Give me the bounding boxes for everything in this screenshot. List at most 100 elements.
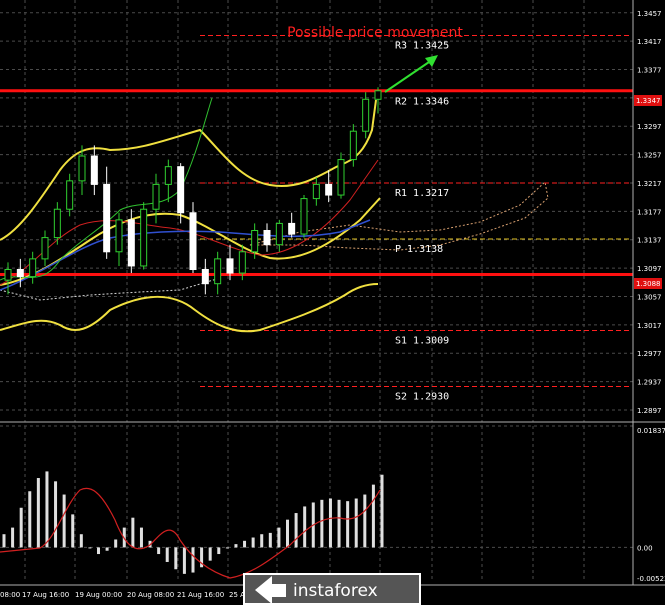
oscillator-bar — [157, 547, 161, 555]
time-tick-label: 17 Aug 16:00 — [22, 591, 69, 599]
marked-price-tag: 1.3088 — [634, 278, 662, 289]
time-tick-label: 21 Aug 16:00 — [177, 591, 224, 599]
candle-body — [177, 166, 185, 214]
oscillator-bar — [54, 481, 58, 548]
oscillator-bar — [286, 519, 289, 548]
oscillator-bar — [251, 537, 255, 548]
candle-body — [300, 198, 308, 235]
candle-body — [4, 269, 12, 281]
oscillator-bar — [97, 547, 100, 555]
price-tick-label: 1.2977 — [637, 350, 662, 358]
candle-body — [41, 237, 49, 260]
oscillator-bar — [182, 547, 186, 574]
oscillator-bar — [105, 547, 109, 551]
price-tick-label: 1.3017 — [637, 322, 662, 330]
candle-body — [78, 155, 86, 182]
oscillator-bar — [28, 491, 32, 548]
pivot-label-r2: R2 1.3346 — [395, 96, 449, 107]
oscillator-bar — [277, 527, 281, 548]
oscillator-bar — [303, 506, 307, 548]
oscillator-bar — [36, 478, 40, 548]
oscillator-bar — [243, 540, 247, 548]
oscillator-bar — [363, 494, 367, 548]
oscillator-tick-label: -0.00523 — [637, 575, 665, 583]
candle-body — [189, 212, 197, 271]
price-tick-label: 1.3417 — [637, 38, 662, 46]
price-tick-label: 1.3097 — [637, 265, 662, 273]
candle-body — [16, 269, 24, 278]
price-tick-label: 1.3057 — [637, 293, 662, 301]
marked-price-label: 1.3088 — [636, 280, 661, 288]
pivot-label-r3: R3 1.3425 — [395, 40, 449, 51]
price-tick-label: 1.2937 — [637, 379, 662, 387]
oscillator-bar — [208, 547, 212, 561]
candle-body — [66, 180, 74, 210]
price-tick-label: 1.3177 — [637, 208, 662, 216]
candle-body — [201, 269, 209, 285]
candle-body — [140, 208, 148, 267]
candle-body — [349, 130, 357, 161]
oscillator-bar — [320, 499, 324, 548]
candle-body — [374, 90, 382, 100]
pivot-label-s1: S1 1.3009 — [395, 336, 449, 347]
price-tick-label: 1.2897 — [637, 407, 662, 415]
price-tick-label: 1.3377 — [637, 67, 662, 75]
candle-body — [275, 222, 283, 246]
price-axis: 1.34571.34171.33771.33371.32971.32571.32… — [637, 10, 662, 415]
oscillator-bar — [11, 527, 15, 548]
oscillator-tick-label: 0.01837 — [637, 427, 665, 435]
price-tick-label: 1.3137 — [637, 237, 662, 245]
candle-body — [127, 219, 135, 267]
candle-body — [288, 222, 296, 235]
oscillator-bar — [354, 498, 358, 548]
candle-body — [251, 230, 259, 253]
oscillator-bar — [174, 547, 178, 570]
current-price-tag: 1.3347 — [634, 95, 662, 106]
oscillator-bar — [217, 547, 221, 555]
time-tick-label: 25 A — [229, 591, 245, 599]
oscillator-bar — [294, 513, 298, 548]
oscillator-bar — [139, 527, 143, 548]
time-tick-label: 08:00 — [0, 591, 20, 599]
price-tick-label: 1.3217 — [637, 180, 662, 188]
candle-body — [312, 183, 320, 200]
current-price-label: 1.3347 — [636, 97, 661, 105]
oscillator-bar — [346, 501, 350, 548]
oscillator-bar — [79, 534, 83, 548]
oscillator-bar — [337, 499, 341, 548]
candle-body — [362, 98, 370, 132]
logo-text: instaforex — [293, 581, 378, 601]
pivot-label-s2: S2 1.2930 — [395, 392, 449, 403]
oscillator-bar — [45, 471, 49, 548]
oscillator-bar — [165, 547, 169, 562]
oscillator-bar — [260, 534, 264, 548]
candle-body — [164, 166, 172, 185]
candle-body — [337, 159, 345, 196]
time-tick-label: 19 Aug 00:00 — [75, 591, 122, 599]
oscillator-bar — [268, 532, 272, 548]
oscillator-bar — [328, 498, 332, 548]
time-tick-label: 20 Aug 08:00 — [127, 591, 174, 599]
candle-body — [29, 258, 37, 278]
oscillator-bar — [19, 507, 23, 548]
oscillator-bar — [131, 517, 135, 548]
oscillator-bar — [380, 474, 384, 548]
candle-body — [53, 208, 61, 239]
price-tick-label: 1.3297 — [637, 123, 662, 131]
oscillator-bar — [2, 534, 6, 548]
price-tick-label: 1.3257 — [637, 152, 662, 160]
oscillator-tick-label: 0.00 — [637, 544, 653, 552]
oscillator-bar — [371, 484, 375, 548]
candle-body — [263, 230, 271, 246]
oscillator-bar — [71, 514, 75, 548]
candle-body — [325, 183, 333, 196]
oscillator-bar — [114, 539, 118, 548]
oscillator-bar — [88, 547, 92, 549]
candle-body — [214, 258, 222, 285]
price-tick-label: 1.3457 — [637, 10, 662, 18]
price-chart: R3 1.3425 R2 1.3346 R1 1.3217 P 1.3138 S1 1.… — [0, 0, 665, 605]
oscillator-bar — [62, 494, 66, 548]
candle-body — [226, 258, 234, 274]
candle-body — [152, 183, 160, 210]
candle-body — [115, 219, 123, 253]
